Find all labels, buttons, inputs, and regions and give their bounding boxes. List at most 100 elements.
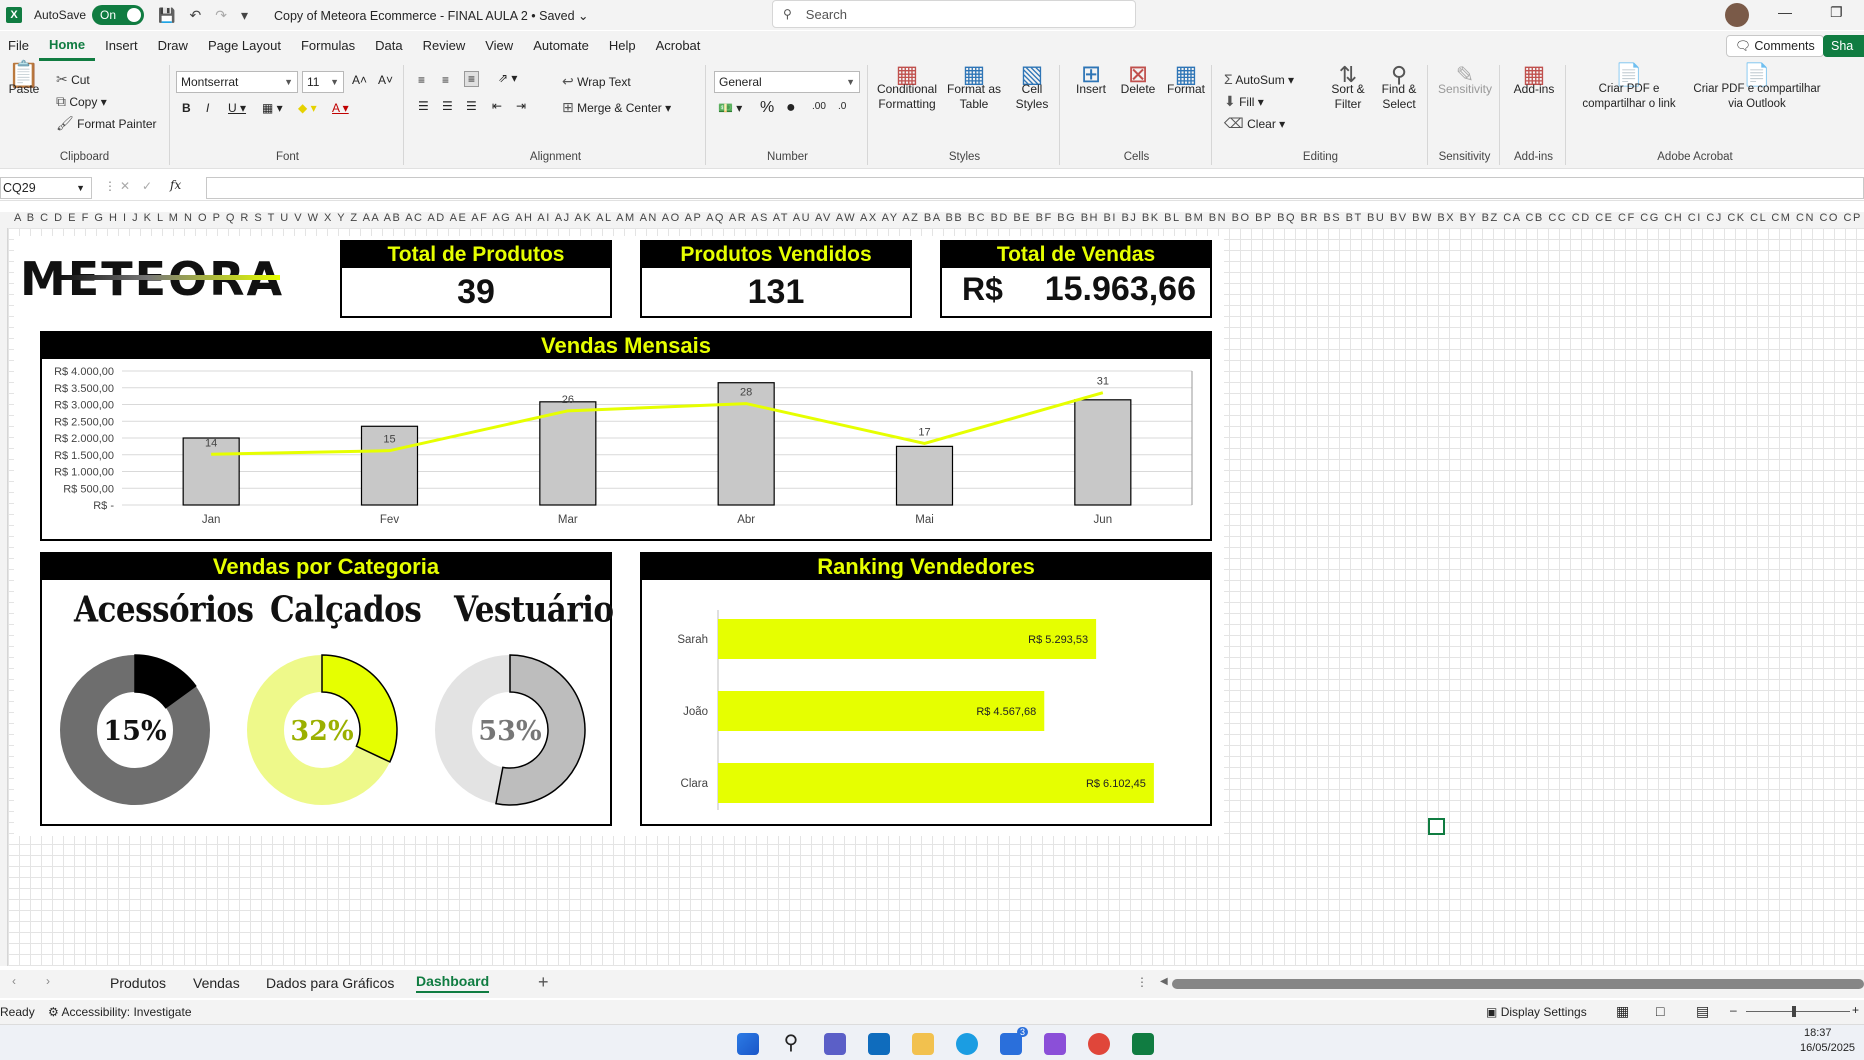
excel-taskbar-icon[interactable]	[1132, 1033, 1154, 1055]
chrome-icon[interactable]	[1088, 1033, 1110, 1055]
save-icon[interactable]: 💾	[158, 7, 175, 24]
orientation-icon[interactable]: ⇗ ▾	[498, 71, 517, 85]
pdf-link-button[interactable]: 📄 Criar PDF e compartilhar o link	[1570, 64, 1688, 112]
tab-insert[interactable]: Insert	[95, 31, 148, 61]
currency-icon[interactable]: 💵 ▾	[718, 101, 742, 115]
row-headers[interactable]	[0, 228, 8, 966]
search-box[interactable]: ⚲ Search	[772, 0, 1136, 28]
insert-cells-button[interactable]: ⊞ Insert	[1070, 63, 1112, 97]
outlook-icon[interactable]	[868, 1033, 890, 1055]
column-headers[interactable]: A B C D E F G H I J K L M N O P Q R S T …	[0, 212, 1864, 228]
underline-icon[interactable]: U ▾	[228, 101, 246, 115]
tab-automate[interactable]: Automate	[523, 31, 599, 61]
tab-help[interactable]: Help	[599, 31, 646, 61]
merge-center-button[interactable]: ⊞ Merge & Center ▾	[562, 99, 671, 116]
tab-acrobat[interactable]: Acrobat	[646, 31, 711, 61]
delete-cells-button[interactable]: ⊠ Delete	[1116, 63, 1160, 97]
file-explorer-icon[interactable]	[912, 1033, 934, 1055]
number-format-select[interactable]: General ▼	[714, 71, 860, 93]
sort-filter-button[interactable]: ⇅ Sort & Filter	[1324, 64, 1372, 112]
format-cells-button[interactable]: ▦ Format	[1164, 63, 1208, 97]
cell-styles-button[interactable]: ▧ Cell Styles	[1008, 63, 1056, 112]
share-button[interactable]: Sha	[1823, 35, 1864, 57]
display-settings-button[interactable]: ▣ Display Settings	[1486, 1005, 1587, 1019]
avatar[interactable]	[1725, 3, 1749, 27]
teams-icon[interactable]	[824, 1033, 846, 1055]
prev-sheet-icon[interactable]: ‹	[12, 974, 16, 988]
page-break-view-icon[interactable]: ▤	[1696, 1003, 1709, 1020]
tab-file[interactable]: File	[0, 31, 39, 61]
active-cell[interactable]	[1428, 818, 1445, 835]
cancel-icon[interactable]: ✕	[120, 179, 130, 193]
tab-view[interactable]: View	[475, 31, 523, 61]
document-title[interactable]: Copy of Meteora Ecommerce - FINAL AULA 2…	[274, 8, 589, 23]
comma-icon[interactable]: ●	[786, 99, 796, 117]
decrease-indent-icon[interactable]: ⇤	[492, 99, 502, 113]
italic-icon[interactable]: I	[206, 101, 209, 115]
conditional-formatting-button[interactable]: ▦ Conditional Formatting	[874, 63, 940, 112]
minimize-icon[interactable]: —	[1778, 4, 1792, 20]
cut-button[interactable]: ✂ Cut	[56, 71, 90, 88]
add-sheet-icon[interactable]: +	[538, 972, 549, 993]
increase-indent-icon[interactable]: ⇥	[516, 99, 526, 113]
zoom-thumb[interactable]	[1792, 1006, 1796, 1017]
format-painter-button[interactable]: 🖌 Format Painter	[56, 115, 156, 132]
decrease-font-icon[interactable]: A˅	[378, 73, 393, 87]
copy-button[interactable]: ⧉ Copy ▾	[56, 93, 107, 110]
find-select-button[interactable]: ⚲ Find & Select	[1374, 64, 1424, 112]
zoom-out-icon[interactable]: –	[1730, 1003, 1737, 1017]
borders-icon[interactable]: ▦ ▾	[262, 101, 283, 115]
sheet-tab-dados[interactable]: Dados para Gráficos	[266, 975, 394, 991]
autosum-button[interactable]: Σ AutoSum ▾	[1224, 71, 1294, 87]
sheet-tab-vendas[interactable]: Vendas	[193, 975, 240, 991]
align-middle-icon[interactable]: ≡	[442, 73, 449, 87]
todo-icon[interactable]: 3	[1000, 1027, 1028, 1055]
align-bottom-icon[interactable]: ≡	[464, 71, 480, 87]
align-top-icon[interactable]: ≡	[418, 73, 425, 87]
align-left-icon[interactable]: ☰	[418, 99, 429, 113]
quick-access-dropdown-icon[interactable]: ▾	[241, 7, 248, 24]
tab-page-layout[interactable]: Page Layout	[198, 31, 291, 61]
sensitivity-button[interactable]: ✎ Sensitivity	[1432, 64, 1498, 97]
clear-button[interactable]: ⌫ Clear ▾	[1224, 115, 1285, 132]
percent-icon[interactable]: %	[760, 99, 774, 117]
comments-button[interactable]: 🗨 Comments	[1726, 35, 1824, 57]
fill-color-icon[interactable]: ◆ ▾	[298, 101, 317, 115]
decrease-decimal-icon[interactable]: .0	[838, 101, 846, 112]
edge-icon[interactable]	[956, 1033, 978, 1055]
font-name-select[interactable]: Montserrat ▼	[176, 71, 298, 93]
page-layout-view-icon[interactable]: □	[1656, 1003, 1664, 1019]
taskbar-search-icon[interactable]: ⚲	[780, 1033, 802, 1055]
enter-icon[interactable]: ✓	[142, 179, 152, 193]
zoom-slider[interactable]	[1746, 1011, 1850, 1012]
increase-font-icon[interactable]: A˄	[352, 73, 367, 87]
addins-button[interactable]: ▦ Add-ins	[1504, 63, 1564, 97]
font-size-select[interactable]: 11 ▼	[302, 71, 344, 93]
undo-icon[interactable]: ↶	[189, 7, 201, 24]
format-as-table-button[interactable]: ▦ Format as Table	[944, 63, 1004, 112]
tab-draw[interactable]: Draw	[148, 31, 198, 61]
tab-review[interactable]: Review	[413, 31, 476, 61]
sheet-tab-dashboard[interactable]: Dashboard	[416, 973, 490, 993]
tab-data[interactable]: Data	[365, 31, 412, 61]
insert-function-icon[interactable]: fx	[170, 178, 181, 192]
align-center-icon[interactable]: ☰	[442, 99, 453, 113]
pdf-outlook-button[interactable]: 📄 Criar PDF e compartilhar via Outlook	[1692, 64, 1822, 112]
zoom-in-icon[interactable]: +	[1852, 1003, 1859, 1017]
tab-options-icon[interactable]: ⋮	[1136, 975, 1148, 989]
font-color-icon[interactable]: A ▾	[332, 101, 349, 115]
redo-icon[interactable]: ↷	[215, 7, 227, 24]
copilot-app-icon[interactable]	[1044, 1033, 1066, 1055]
sheet-tab-produtos[interactable]: Produtos	[110, 975, 166, 991]
wrap-text-button[interactable]: ↩ Wrap Text	[562, 73, 631, 90]
bold-icon[interactable]: B	[182, 101, 191, 115]
restore-icon[interactable]: ❐	[1830, 4, 1843, 21]
name-box[interactable]: CQ29 ▼	[0, 177, 92, 199]
paste-button[interactable]: 📋 Paste	[4, 61, 44, 97]
increase-decimal-icon[interactable]: .00	[812, 101, 826, 112]
accessibility-status[interactable]: ⚙ Accessibility: Investigate	[48, 1005, 192, 1019]
tab-home[interactable]: Home	[38, 31, 96, 61]
next-sheet-icon[interactable]: ›	[46, 974, 50, 988]
fill-button[interactable]: ⬇ Fill ▾	[1224, 93, 1264, 110]
tab-formulas[interactable]: Formulas	[291, 31, 365, 61]
